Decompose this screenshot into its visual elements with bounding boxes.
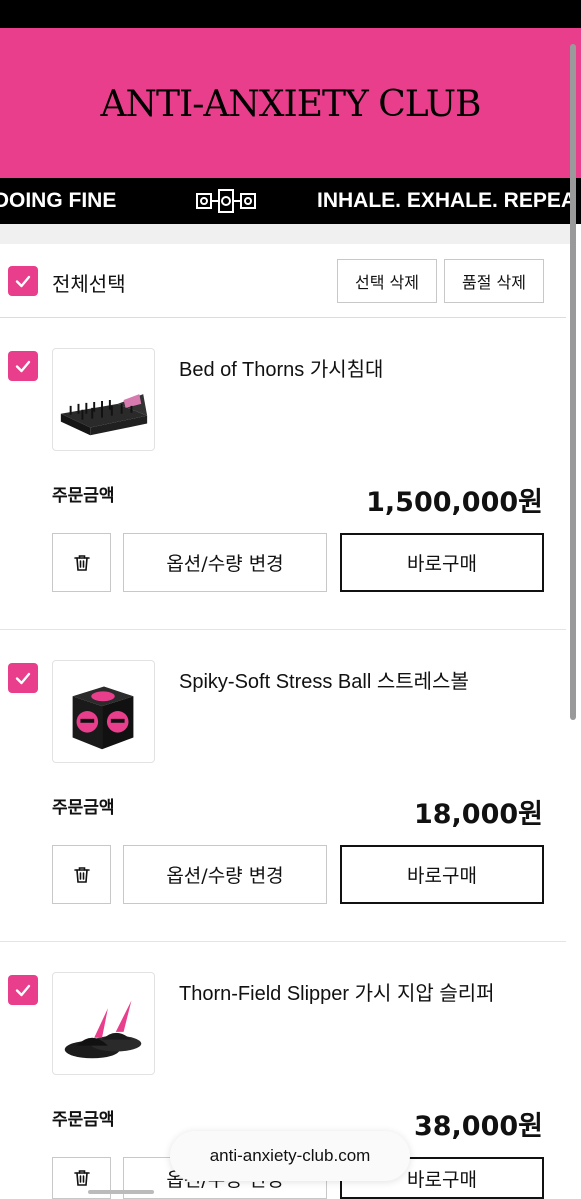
scrollbar[interactable] <box>570 44 576 720</box>
check-icon <box>15 672 31 685</box>
emblem-icon <box>196 189 256 213</box>
site-header: ANTI-ANXIETY CLUB <box>0 28 581 178</box>
select-all-label: 전체선택 <box>52 272 126 296</box>
product-thumbnail[interactable] <box>52 348 155 451</box>
delete-soldout-button[interactable]: 품절 삭제 <box>444 259 544 303</box>
cart-item: Spiky-Soft Stress Ball 스트레스볼 주문금액 18,000… <box>0 630 566 942</box>
product-thumbnail[interactable] <box>52 660 155 763</box>
item-price: 18,000원 <box>413 799 543 830</box>
thorn-bed-icon <box>60 394 148 436</box>
brand-logo[interactable]: ANTI-ANXIETY CLUB <box>100 84 481 125</box>
order-amount-label: 주문금액 <box>52 798 115 818</box>
trash-icon <box>73 554 90 571</box>
buy-now-button[interactable]: 바로구매 <box>340 533 544 592</box>
cart-item: Bed of Thorns 가시침대 주문금액 1,500,000원 옵션/수량… <box>0 318 566 630</box>
select-all-checkbox[interactable] <box>8 266 38 296</box>
item-price: 1,500,000원 <box>366 487 543 518</box>
item-checkbox[interactable] <box>8 663 38 693</box>
order-amount-label: 주문금액 <box>52 1110 115 1130</box>
marquee-banner: E DOING FINE INHALE. EXHALE. REPEA <box>0 178 581 224</box>
browser-url-bar[interactable]: anti-anxiety-club.com <box>170 1131 410 1181</box>
select-all-row: 전체선택 선택 삭제 품절 삭제 <box>0 244 566 318</box>
trash-icon <box>73 1170 90 1186</box>
item-price: 38,000원 <box>413 1111 543 1142</box>
change-option-button[interactable]: 옵션/수량 변경 <box>123 845 327 904</box>
status-bar <box>0 0 581 28</box>
delete-selected-button[interactable]: 선택 삭제 <box>337 259 437 303</box>
delete-item-button[interactable] <box>52 845 111 904</box>
marquee-text-right: INHALE. EXHALE. REPEA <box>317 189 577 212</box>
change-option-button[interactable]: 옵션/수량 변경 <box>123 533 327 592</box>
section-gap <box>0 224 570 244</box>
marquee-text-left: E DOING FINE <box>0 189 117 212</box>
item-name[interactable]: Thorn-Field Slipper 가시 지압 슬리퍼 <box>179 977 495 1006</box>
home-indicator[interactable] <box>88 1190 154 1194</box>
check-icon <box>15 984 31 997</box>
check-icon <box>15 360 31 373</box>
thorn-slipper-icon <box>64 1000 142 1059</box>
item-name[interactable]: Bed of Thorns 가시침대 <box>179 353 383 382</box>
trash-icon <box>73 866 90 883</box>
buy-now-button[interactable]: 바로구매 <box>340 845 544 904</box>
item-checkbox[interactable] <box>8 975 38 1005</box>
item-name[interactable]: Spiky-Soft Stress Ball 스트레스볼 <box>179 665 469 694</box>
stress-cube-icon <box>72 686 134 750</box>
delete-item-button[interactable] <box>52 533 111 592</box>
check-icon <box>15 275 31 288</box>
item-checkbox[interactable] <box>8 351 38 381</box>
product-thumbnail[interactable] <box>52 972 155 1075</box>
order-amount-label: 주문금액 <box>52 486 115 506</box>
